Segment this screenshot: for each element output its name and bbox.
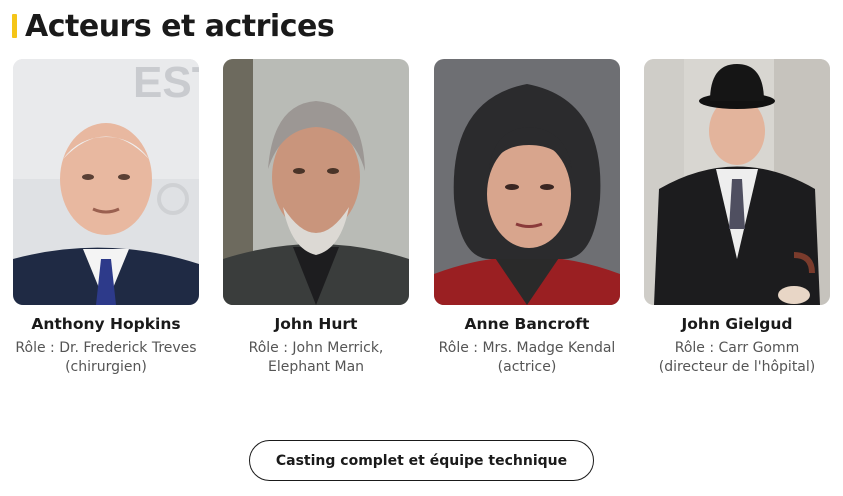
actor-photo[interactable] — [434, 59, 620, 305]
accent-bar — [12, 14, 17, 38]
actor-name[interactable]: John Hurt — [223, 315, 409, 333]
actor-role: Rôle : Carr Gomm (directeur de l'hôpital… — [658, 340, 816, 375]
section-title: Acteurs et actrices — [25, 8, 335, 44]
actor-photo[interactable] — [644, 59, 830, 305]
section-header: Acteurs et actrices — [12, 8, 335, 44]
cast-card: John Gielgud Rôle : Carr Gomm (directeur… — [644, 59, 830, 377]
actor-role: Rôle : Dr. Frederick Treves (chirurgien) — [15, 340, 197, 375]
actor-photo[interactable] — [223, 59, 409, 305]
actor-name[interactable]: Anthony Hopkins — [13, 315, 199, 333]
full-cast-button[interactable]: Casting complet et équipe technique — [249, 440, 594, 481]
actor-role: Rôle : Mrs. Madge Kendal (actrice) — [438, 340, 616, 375]
actor-photo[interactable]: EST — [13, 59, 199, 305]
cast-card: EST Anthony Hopkins Rôle : Dr. Frederick… — [13, 59, 199, 377]
actor-name[interactable]: Anne Bancroft — [434, 315, 620, 333]
cast-card: John Hurt Rôle : John Merrick, Elephant … — [223, 59, 409, 377]
cast-card: Anne Bancroft Rôle : Mrs. Madge Kendal (… — [434, 59, 620, 377]
svg-text:EST: EST — [133, 59, 199, 107]
actor-role: Rôle : John Merrick, Elephant Man — [248, 340, 384, 375]
actor-name[interactable]: John Gielgud — [644, 315, 830, 333]
